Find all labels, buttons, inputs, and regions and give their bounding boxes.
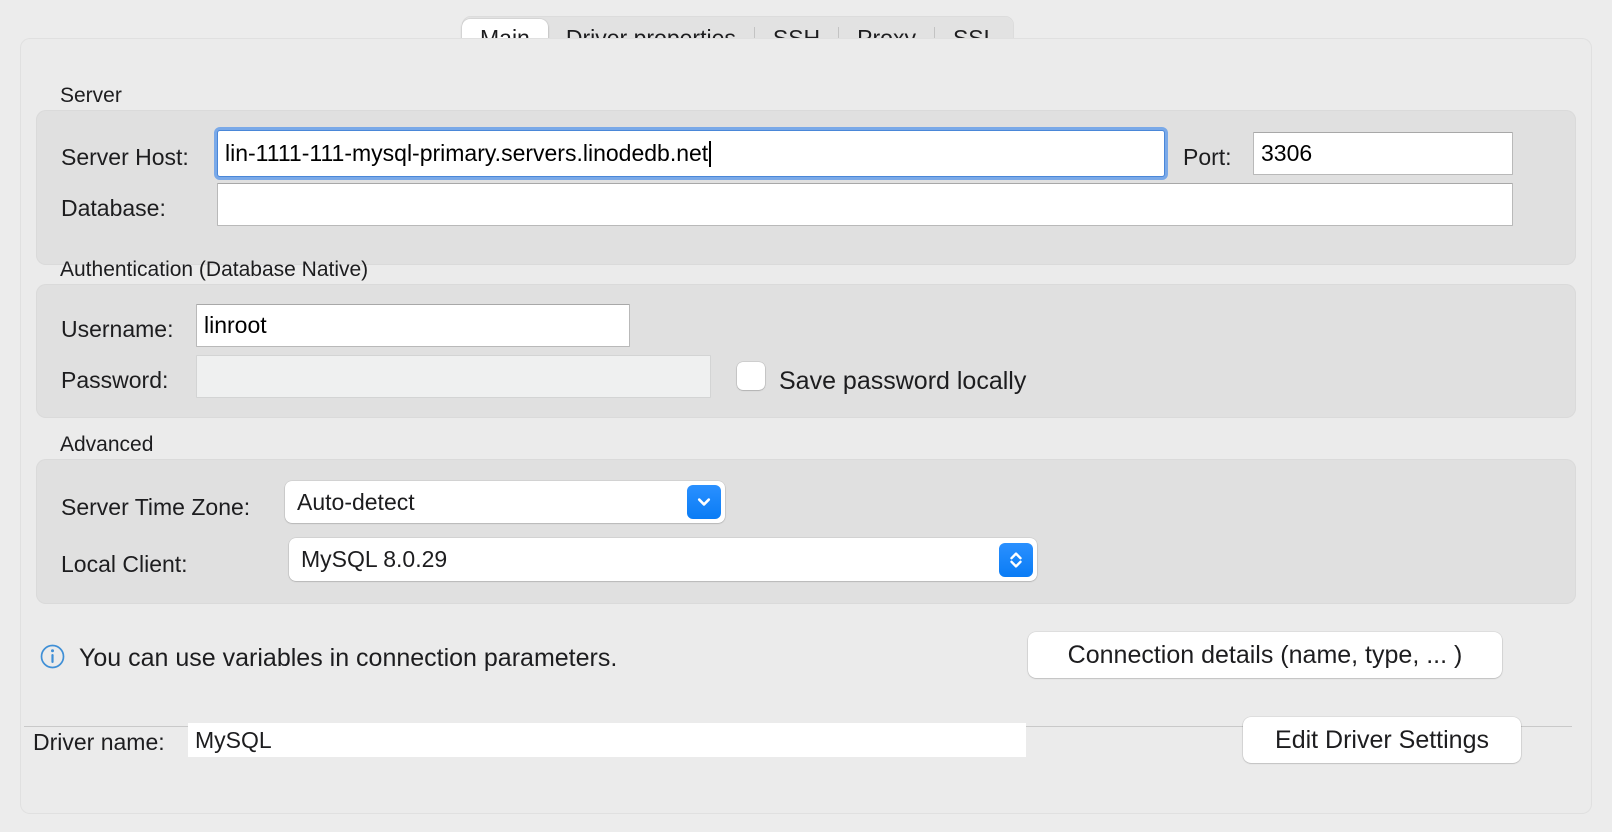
edit-driver-settings-label: Edit Driver Settings [1275, 726, 1489, 755]
server-group-label: Server [60, 84, 122, 108]
chevron-up-down-icon[interactable] [999, 543, 1033, 577]
local-client-value: MySQL 8.0.29 [289, 546, 999, 573]
driver-name-value: MySQL [195, 727, 272, 754]
password-input[interactable] [196, 355, 711, 398]
server-time-zone-label: Server Time Zone: [61, 496, 250, 519]
driver-name-label: Driver name: [33, 731, 165, 754]
port-label: Port: [1183, 146, 1232, 169]
save-password-label: Save password locally [779, 369, 1026, 394]
authentication-group-label: Authentication (Database Native) [60, 258, 368, 282]
main-tab-panel: Server Server Host: lin-1111-111-mysql-p… [20, 38, 1592, 814]
server-group-box: Server Host: lin-1111-111-mysql-primary.… [36, 110, 1576, 265]
advanced-group-label: Advanced [60, 433, 153, 457]
info-icon [40, 644, 65, 669]
server-host-label: Server Host: [61, 146, 189, 169]
database-input[interactable] [217, 183, 1513, 226]
variables-info-text: You can use variables in connection para… [79, 646, 617, 671]
username-value: linroot [204, 312, 267, 339]
text-caret [709, 141, 711, 167]
local-client-select[interactable]: MySQL 8.0.29 [289, 538, 1037, 581]
save-password-checkbox[interactable] [737, 362, 765, 390]
server-time-zone-value: Auto-detect [285, 489, 687, 516]
server-host-input[interactable]: lin-1111-111-mysql-primary.servers.linod… [217, 130, 1165, 177]
edit-driver-settings-button[interactable]: Edit Driver Settings [1243, 717, 1521, 763]
authentication-group-box: Username: linroot Password: Save passwor… [36, 284, 1576, 418]
port-input[interactable]: 3306 [1253, 132, 1513, 175]
connection-settings-dialog: Main Driver properties SSH Proxy SSL Ser… [0, 0, 1612, 832]
server-host-value: lin-1111-111-mysql-primary.servers.linod… [225, 140, 708, 167]
database-label: Database: [61, 197, 166, 220]
connection-details-label: Connection details (name, type, ... ) [1068, 641, 1463, 670]
driver-name-field: MySQL [188, 723, 1026, 757]
password-label: Password: [61, 369, 168, 392]
username-label: Username: [61, 318, 173, 341]
server-time-zone-combo[interactable]: Auto-detect [285, 481, 725, 523]
local-client-label: Local Client: [61, 553, 188, 576]
advanced-group-box: Server Time Zone: Auto-detect Local Clie… [36, 459, 1576, 604]
connection-details-button[interactable]: Connection details (name, type, ... ) [1028, 632, 1502, 678]
port-value: 3306 [1261, 140, 1312, 167]
username-input[interactable]: linroot [196, 304, 630, 347]
chevron-down-icon[interactable] [687, 485, 721, 519]
